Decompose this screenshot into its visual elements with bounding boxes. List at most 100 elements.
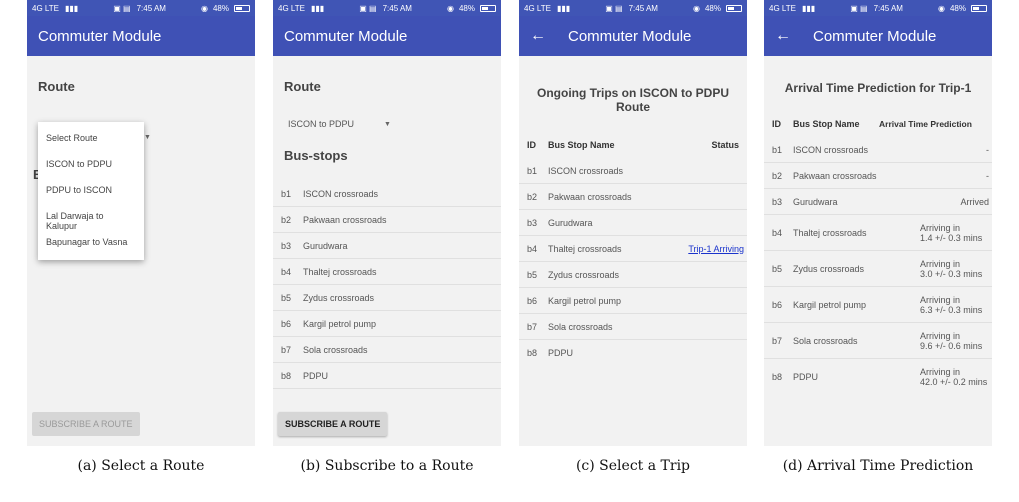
- selected-route: ISCON to PDPU: [288, 119, 355, 129]
- caption-b: (b) Subscribe to a Route: [300, 458, 474, 474]
- cell-id: b2: [527, 191, 538, 202]
- table-row: b5 Zydus crossroads: [519, 262, 747, 288]
- table-row: b4 Thaltej crossroads Trip-1 Arriving: [519, 236, 747, 262]
- battery-level: 48%: [704, 3, 721, 13]
- list-item: b3 Gurudwara: [273, 233, 501, 259]
- cell-prediction: Arriving in 9.6 +/- 0.6 mins: [920, 330, 983, 351]
- wifi-icon: ◉: [693, 3, 700, 13]
- table-row: b3 Gurudwara Arrived: [764, 189, 992, 215]
- stop-name: Kargil petrol pump: [303, 318, 377, 329]
- screen-arrival-prediction: 4G LTE ▮▮▮ ▣ ▤ 7:45 AM ◉ 48% ← Commuter Mod…: [764, 0, 992, 446]
- subscribe-route-button[interactable]: SUBSCRIBE A ROUTE: [278, 412, 388, 436]
- screen-subscribe-route: 4G LTE ▮▮▮ ▣ ▤ 7:45 AM ◉ 48% Commuter Modul…: [273, 0, 501, 446]
- app-bar: Commuter Module: [27, 16, 255, 56]
- back-arrow-icon[interactable]: ←: [530, 27, 546, 45]
- stop-name: Thaltej crossroads: [303, 266, 377, 277]
- signal-icon: ▮▮▮: [801, 3, 816, 13]
- stop-name: ISCON crossroads: [303, 188, 379, 199]
- stop-name: Gurudwara: [303, 240, 348, 251]
- page-title: Arrival Time Prediction for Trip-1: [784, 81, 972, 95]
- screen-select-trip: 4G LTE ▮▮▮ ▣ ▤ 7:45 AM ◉ 48% ← Commuter Mod…: [519, 0, 747, 446]
- cell-name: Sola crossroads: [548, 321, 613, 332]
- page-title: Ongoing Trips on ISCON to PDPU Route: [537, 86, 729, 114]
- network-indicator: 4G LTE: [524, 3, 551, 13]
- table-row: b6 Kargil petrol pump Arriving in 6.3 +/- …: [764, 287, 992, 323]
- cell-id: b1: [527, 165, 538, 176]
- subscribe-route-button[interactable]: SUBSCRIBE A ROUTE: [32, 412, 140, 436]
- cell-name: Zydus crossroads: [793, 263, 865, 274]
- cell-name: Kargil petrol pump: [793, 299, 867, 310]
- stop-id: b7: [281, 344, 292, 355]
- table-row: b2 Pakwaan crossroads -: [764, 163, 992, 189]
- status-bar: 4G LTE ▮▮▮ ▣ ▤ 7:45 AM ◉ 48%: [519, 0, 747, 16]
- trip-arriving-link[interactable]: Trip-1 Arriving: [688, 244, 747, 254]
- clock: 7:45 AM: [628, 3, 658, 13]
- dropdown-option[interactable]: Bapunagar to Vasna: [38, 230, 144, 256]
- dropdown-option[interactable]: PDPU to ISCON: [38, 178, 144, 204]
- signal-icon: ▮▮▮: [556, 3, 571, 13]
- app-title: Commuter Module: [568, 27, 692, 45]
- stop-name: Pakwaan crossroads: [303, 214, 387, 225]
- cell-name: PDPU: [793, 372, 819, 382]
- cell-prediction: Arriving in 3.0 +/- 0.3 mins: [920, 258, 983, 279]
- cell-id: b7: [772, 335, 783, 346]
- table-row: b2 Pakwaan crossroads: [519, 184, 747, 210]
- cell-name: Thaltej crossroads: [548, 243, 622, 254]
- dropdown-option[interactable]: Select Route: [38, 126, 144, 152]
- table-row: b5 Zydus crossroads Arriving in 3.0 +/- 0.…: [764, 251, 992, 287]
- cell-id: b3: [772, 196, 783, 207]
- cell-name: Sola crossroads: [793, 335, 858, 346]
- list-item: b8 PDPU: [273, 363, 501, 389]
- list-item: b1 ISCON crossroads: [273, 181, 501, 207]
- cell-id: b4: [527, 243, 538, 254]
- app-title: Commuter Module: [284, 27, 408, 45]
- trips-table: ID Bus Stop Name Status b1 ISCON crossroa…: [519, 132, 747, 366]
- cell-name: Gurudwara: [548, 217, 593, 228]
- cell-id: b8: [772, 372, 783, 382]
- cell-prediction: Arriving in 6.3 +/- 0.3 mins: [920, 294, 983, 315]
- chevron-down-icon[interactable]: ▼: [144, 134, 151, 141]
- clock: 7:45 AM: [382, 3, 412, 13]
- battery-icon: [726, 4, 742, 12]
- dropdown-option[interactable]: Lal Darwaja to Kalupur: [38, 204, 144, 231]
- status-bar: 4G LTE ▮▮▮ ▣ ▤ 7:45 AM ◉ 48%: [273, 0, 501, 16]
- caption-d: (d) Arrival Time Prediction: [782, 458, 974, 474]
- dropdown-option[interactable]: ISCON to PDPU: [38, 152, 144, 178]
- stop-name: Sola crossroads: [303, 344, 368, 355]
- wifi-icon: ◉: [201, 3, 208, 13]
- app-title: Commuter Module: [38, 27, 162, 45]
- app-bar: Commuter Module: [273, 16, 501, 56]
- cell-id: b6: [772, 299, 783, 310]
- battery-level: 48%: [458, 3, 475, 13]
- route-label: Route: [38, 79, 75, 94]
- stop-name: Zydus crossroads: [303, 292, 375, 303]
- cell-id: b2: [772, 170, 783, 181]
- wifi-icon: ◉: [938, 3, 945, 13]
- stop-id: b3: [281, 240, 292, 251]
- header-name: Bus Stop Name: [793, 119, 860, 129]
- cell-name: ISCON crossroads: [548, 165, 624, 176]
- battery-level: 48%: [949, 3, 966, 13]
- list-item: b4 Thaltej crossroads: [273, 259, 501, 285]
- network-indicator: 4G LTE: [32, 3, 59, 13]
- cell-name: Gurudwara: [793, 196, 838, 207]
- table-header: ID Bus Stop Name Status: [519, 132, 747, 158]
- table-row: b8 PDPU Arriving in 42.0 +/- 0.2 mins: [764, 359, 992, 395]
- caption-c: (c) Select a Trip: [575, 458, 691, 474]
- battery-level: 48%: [212, 3, 229, 13]
- back-arrow-icon[interactable]: ←: [775, 27, 791, 45]
- list-item: b5 Zydus crossroads: [273, 285, 501, 311]
- list-item: b6 Kargil petrol pump: [273, 311, 501, 337]
- stop-id: b1: [281, 188, 292, 199]
- battery-icon: [480, 4, 496, 12]
- caption-a: (a) Select a Route: [77, 458, 205, 474]
- route-spinner[interactable]: ISCON to PDPU ▼: [273, 118, 501, 130]
- stop-id: b8: [281, 370, 292, 381]
- stop-id: b6: [281, 318, 292, 329]
- cell-id: b3: [527, 217, 538, 228]
- wifi-icon: ◉: [447, 3, 454, 13]
- route-label: Route: [284, 79, 321, 94]
- notification-icons: ▣ ▤: [850, 3, 868, 13]
- table-row: b7 Sola crossroads Arriving in 9.6 +/- 0.6…: [764, 323, 992, 359]
- cell-prediction: Arriving in 42.0 +/- 0.2 mins: [920, 367, 988, 387]
